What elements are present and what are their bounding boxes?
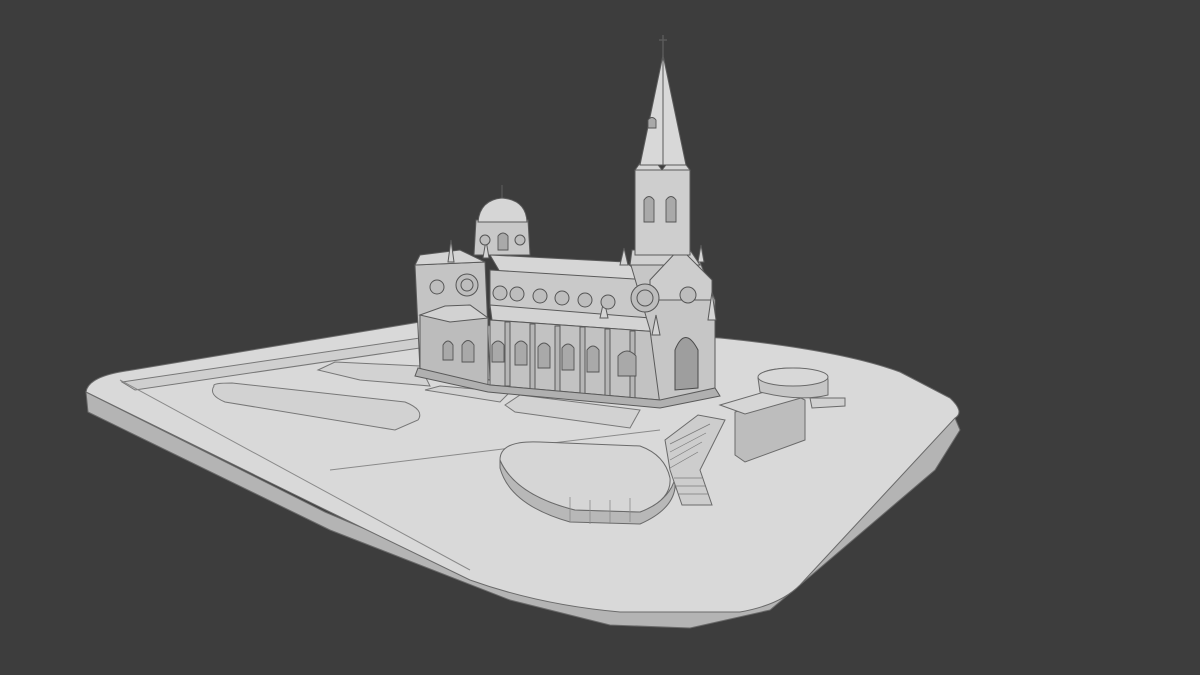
3d-viewport[interactable] bbox=[0, 0, 1200, 675]
annex-ledge bbox=[809, 397, 846, 409]
scene bbox=[85, 35, 961, 629]
round-annex-top bbox=[757, 367, 829, 387]
main-portal bbox=[674, 337, 699, 391]
